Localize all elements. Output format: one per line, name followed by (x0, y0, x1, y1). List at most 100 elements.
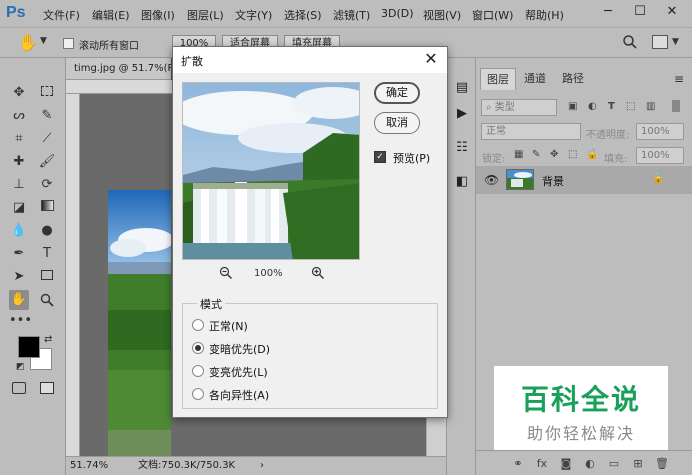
visibility-eye-icon[interactable]: 👁 (484, 173, 499, 187)
new-layer-icon[interactable]: ⊞ (630, 456, 646, 472)
layer-style-icon[interactable]: fx (534, 456, 550, 472)
filter-pixel-icon[interactable]: ▣ (568, 101, 577, 112)
adjustments-panel-icon[interactable]: ◧ (452, 172, 472, 192)
preview-label[interactable]: 预览(P) (393, 150, 430, 166)
menu-layer[interactable]: 图层(L) (187, 7, 224, 23)
lock-label: 锁定: (482, 154, 506, 165)
hand-icon[interactable]: ✋ (18, 33, 38, 52)
filter-preview[interactable] (182, 82, 360, 260)
quick-mask-icon[interactable] (12, 382, 26, 394)
tab-channels[interactable]: 通道 (518, 68, 552, 90)
actions-panel-icon[interactable]: ▶ (452, 104, 472, 124)
pen-tool-icon[interactable]: ✒ (9, 244, 29, 264)
dialog-titlebar[interactable]: 扩散 ✕ (173, 47, 447, 73)
menu-help[interactable]: 帮助(H) (525, 7, 564, 23)
menu-3d[interactable]: 3D(D) (381, 7, 414, 20)
gradient-tool-icon[interactable] (37, 198, 57, 218)
menu-filter[interactable]: 滤镜(T) (333, 7, 370, 23)
zoom-tool-icon[interactable] (37, 290, 57, 310)
radio-anisotropic-label[interactable]: 各向异性(A) (209, 387, 269, 403)
add-mask-icon[interactable]: ◙ (558, 456, 574, 472)
blend-mode-dropdown[interactable]: 正常 (481, 123, 581, 140)
fill-field[interactable]: 100% (636, 147, 684, 164)
radio-darken-only[interactable] (192, 342, 204, 354)
radio-lighten-only-label[interactable]: 变亮优先(L) (209, 364, 268, 380)
history-brush-tool-icon[interactable]: ⟳ (37, 175, 57, 195)
delete-layer-icon[interactable]: 🗑 (654, 456, 670, 472)
maximize-button[interactable]: ☐ (628, 2, 652, 22)
blur-tool-icon[interactable]: 💧 (9, 221, 29, 241)
more-tools-icon[interactable]: ••• (9, 311, 32, 331)
lock-pixels-icon[interactable]: ✎ (532, 149, 540, 160)
marquee-tool-icon[interactable] (37, 83, 57, 103)
properties-panel-icon[interactable]: ☷ (452, 138, 472, 158)
panel-menu-icon[interactable]: ≡ (674, 72, 684, 86)
filter-shape-icon[interactable]: ⬚ (626, 101, 635, 112)
tab-layers[interactable]: 图层 (480, 68, 516, 90)
lock-artboard-icon[interactable]: ⬚ (568, 149, 577, 160)
filter-smart-object-icon[interactable]: ▥ (646, 101, 655, 112)
foreground-color-swatch[interactable] (18, 336, 40, 358)
filter-adjustment-icon[interactable]: ◐ (588, 101, 597, 112)
type-tool-icon[interactable]: T (37, 244, 57, 264)
filter-type-icon[interactable]: T (608, 101, 615, 112)
quick-select-tool-icon[interactable]: ✎ (37, 106, 57, 126)
rectangle-tool-icon[interactable] (37, 267, 57, 287)
layer-name[interactable]: 背景 (542, 173, 564, 189)
menu-image[interactable]: 图像(I) (141, 7, 175, 23)
layer-filter-dropdown[interactable]: ⌕ 类型 (481, 99, 557, 116)
minimize-button[interactable]: ─ (596, 2, 620, 22)
path-select-tool-icon[interactable]: ➤ (9, 267, 29, 287)
eyedropper-tool-icon[interactable]: ⟋ (37, 129, 57, 149)
adjustment-layer-icon[interactable]: ◐ (582, 456, 598, 472)
search-icon[interactable] (622, 34, 638, 50)
cancel-button[interactable]: 取消 (374, 112, 420, 134)
layer-row[interactable]: 👁 背景 🔒 (476, 166, 692, 194)
filter-toggle-icon[interactable] (672, 100, 680, 112)
healing-brush-tool-icon[interactable]: ✚ (9, 152, 29, 172)
close-window-button[interactable]: ✕ (660, 2, 684, 22)
zoom-in-icon[interactable] (310, 266, 326, 282)
opacity-field[interactable]: 100% (636, 123, 684, 140)
radio-normal[interactable] (192, 319, 204, 331)
zoom-out-icon[interactable] (218, 266, 234, 282)
zoom-level[interactable]: 51.74% (70, 457, 108, 475)
menu-type[interactable]: 文字(Y) (235, 7, 272, 23)
clone-stamp-tool-icon[interactable]: ⊥ (9, 175, 29, 195)
lasso-tool-icon[interactable]: ᔕ (9, 106, 29, 126)
radio-lighten-only[interactable] (192, 365, 204, 377)
workspace-chevron-icon[interactable]: ▼ (672, 37, 679, 47)
lock-transparent-icon[interactable]: ▦ (514, 149, 523, 160)
move-tool-icon[interactable]: ✥ (9, 83, 29, 103)
workspace-icon[interactable] (652, 35, 668, 49)
crop-tool-icon[interactable]: ⌗ (9, 129, 29, 149)
screen-mode-icon[interactable] (40, 382, 54, 394)
swap-colors-icon[interactable]: ⇄ (44, 334, 52, 345)
radio-anisotropic[interactable] (192, 388, 204, 400)
link-layers-icon[interactable]: ⚭ (510, 456, 526, 472)
chevron-down-icon[interactable]: ▼ (40, 36, 47, 46)
new-group-icon[interactable]: ▭ (606, 456, 622, 472)
menu-edit[interactable]: 编辑(E) (92, 7, 130, 23)
history-panel-icon[interactable]: ▤ (452, 78, 472, 98)
hand-tool-icon[interactable]: ✋ (9, 290, 29, 310)
tab-paths[interactable]: 路径 (556, 68, 590, 90)
menu-window[interactable]: 窗口(W) (472, 7, 513, 23)
default-colors-icon[interactable]: ◩ (16, 362, 25, 372)
menu-view[interactable]: 视图(V) (423, 7, 461, 23)
eraser-tool-icon[interactable]: ◪ (9, 198, 29, 218)
scroll-all-windows-checkbox[interactable] (63, 38, 74, 49)
status-arrow-icon[interactable]: › (260, 457, 264, 475)
radio-darken-only-label[interactable]: 变暗优先(D) (209, 341, 270, 357)
brush-tool-icon[interactable]: 🖌 (37, 152, 57, 172)
dodge-tool-icon[interactable]: ● (37, 221, 57, 241)
menu-file[interactable]: 文件(F) (43, 7, 80, 23)
radio-normal-label[interactable]: 正常(N) (209, 318, 248, 334)
preview-checkbox[interactable]: ✓ (374, 151, 386, 163)
close-icon[interactable]: ✕ (421, 49, 441, 69)
document-tab[interactable]: timg.jpg @ 51.7%(R (66, 58, 171, 80)
lock-all-icon[interactable]: 🔒 (586, 149, 598, 160)
lock-position-icon[interactable]: ✥ (550, 149, 558, 160)
ok-button[interactable]: 确定 (374, 82, 420, 104)
menu-select[interactable]: 选择(S) (284, 7, 322, 23)
